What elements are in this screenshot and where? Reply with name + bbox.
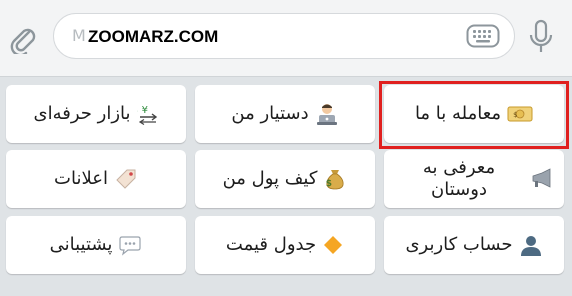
svg-text:$: $: [326, 179, 332, 189]
svg-text:$: $: [137, 105, 138, 116]
button-pro-market[interactable]: $ ¥ بازار حرفه‌ای: [6, 85, 186, 143]
megaphone-icon: [530, 167, 554, 191]
button-label: معرفی به دوستان: [422, 157, 496, 200]
button-label: بازار حرفه‌ای: [33, 103, 131, 124]
site-watermark: ZOOMARZ.COM: [88, 27, 219, 46]
button-invite-friends[interactable]: معرفی به دوستان: [384, 150, 564, 208]
button-support[interactable]: پشتیبانی: [6, 216, 186, 274]
button-label: اعلانات: [54, 168, 108, 189]
speech-bubble-icon: [118, 233, 142, 257]
button-my-assistant[interactable]: دستیار من: [195, 85, 375, 143]
svg-text:¥: ¥: [141, 105, 147, 116]
button-user-account[interactable]: حساب کاربری: [384, 216, 564, 274]
user-silhouette-icon: [519, 233, 543, 257]
bot-keyboard-toggle-icon[interactable]: [466, 21, 500, 51]
button-label: کیف پول من: [222, 168, 318, 189]
bot-reply-keyboard: $ ¥ بازار حرفه‌ای دستیار من $: [0, 77, 572, 296]
orange-diamond-icon: [322, 234, 344, 256]
currency-exchange-icon: $ ¥: [137, 103, 159, 125]
tag-icon: [114, 167, 138, 191]
message-composer: M ZOOMARZ.COM: [0, 0, 572, 77]
button-label: دستیار من: [231, 103, 309, 124]
button-my-wallet[interactable]: $ کیف پول من: [195, 150, 375, 208]
money-bag-icon: $: [323, 167, 347, 191]
microphone-icon[interactable]: [524, 16, 558, 60]
highlight-frame: [379, 81, 569, 149]
button-label: جدول قیمت: [225, 234, 317, 255]
message-input-placeholder: M: [72, 26, 86, 45]
button-price-table[interactable]: جدول قیمت: [195, 216, 375, 274]
attach-paperclip-icon[interactable]: [6, 22, 40, 56]
button-announcements[interactable]: اعلانات: [6, 150, 186, 208]
technologist-icon: [315, 102, 339, 126]
button-label: پشتیبانی: [49, 234, 113, 255]
button-label: حساب کاربری: [405, 234, 513, 255]
